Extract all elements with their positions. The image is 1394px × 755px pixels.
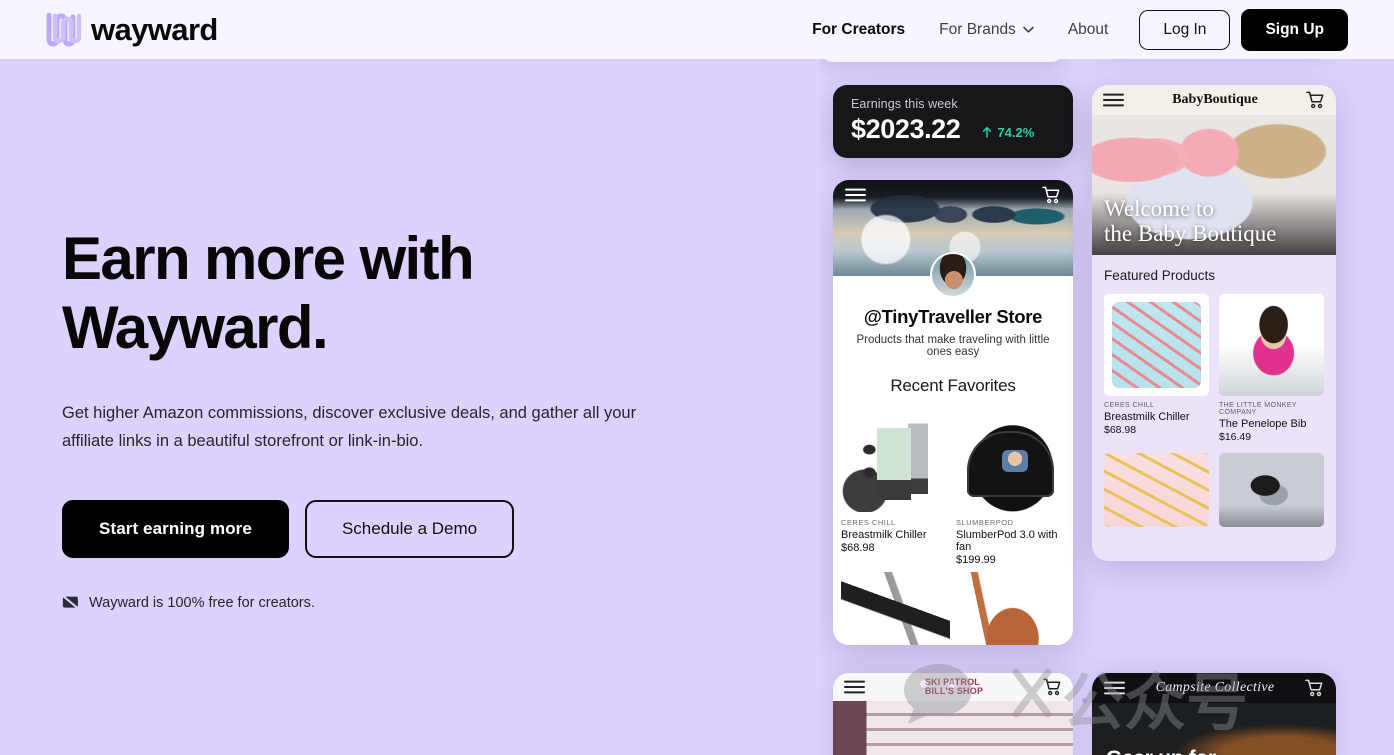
tiny-traveller-store-name: @TinyTraveller Store (863, 306, 1043, 327)
free-for-creators-text: Wayward is 100% free for creators. (89, 594, 315, 611)
hamburger-icon[interactable] (1103, 93, 1124, 107)
tiny-traveller-product-grid: CERES CHILL Breastmilk Chiller $68.98 SL… (833, 408, 1073, 645)
product-image[interactable] (1219, 453, 1324, 527)
baby-boutique-hero-line-1: Welcome to (1104, 195, 1214, 221)
carousel-dot (1082, 698, 1087, 703)
ski-patrol-storefront-card: SKI PATROL BILL'S SHOP (833, 673, 1073, 755)
product-price: $199.99 (956, 554, 996, 566)
hamburger-icon[interactable] (844, 680, 865, 694)
campsite-collective-store-name: Campsite Collective (1155, 680, 1275, 695)
tiny-traveller-section-title: Recent Favorites (890, 376, 1016, 395)
shopping-cart-icon[interactable] (1306, 91, 1325, 109)
earnings-value-row: $2023.22 74.2% (851, 114, 1055, 145)
ski-patrol-topbar: SKI PATROL BILL'S SHOP (833, 673, 1073, 701)
free-for-creators-note: Wayward is 100% free for creators. (62, 595, 762, 611)
product-title: SlumberPod 3.0 with fan (956, 529, 1058, 553)
earnings-label: Earnings this week (851, 97, 958, 111)
shopping-cart-icon[interactable] (1305, 679, 1324, 697)
baby-boutique-product-grid: CERES CHILL Breastmilk Chiller $68.98 TH… (1104, 294, 1324, 443)
chevron-down-icon (1023, 26, 1034, 33)
hero-heading-line-1: Earn more with (62, 225, 475, 292)
baby-boutique-hero-text: Welcome to the Baby Boutique (1104, 196, 1276, 248)
baby-boutique-product-grid-secondary (1104, 453, 1324, 527)
tiny-traveller-storefront-card: @TinyTraveller Store Products that make … (833, 180, 1073, 645)
product-image (841, 408, 950, 512)
earnings-card: Earnings this week $2023.22 74.2% (833, 85, 1073, 158)
list-item[interactable]: CERES CHILL Breastmilk Chiller $68.98 (1104, 294, 1209, 443)
tiny-traveller-topbar (833, 180, 1073, 210)
product-brand: CERES CHILL (1104, 402, 1155, 409)
main-navigation: For Creators For Brands About Log In Sig… (795, 8, 1348, 51)
baby-boutique-store-name: BabyBoutique (1172, 92, 1258, 107)
product-image-detail (1104, 453, 1209, 527)
shopping-cart-icon[interactable] (1043, 678, 1062, 696)
product-price: $16.49 (1219, 431, 1252, 443)
hero-heading-line-2: Wayward. (62, 293, 329, 361)
ski-patrol-store-name: SKI PATROL BILL'S SHOP (924, 677, 984, 697)
product-image (956, 408, 1065, 512)
brand-logo[interactable]: wayward (46, 12, 218, 47)
ski-patrol-cover-image (833, 701, 1073, 755)
product-image-detail (1219, 453, 1324, 527)
product-brand: SLUMBERPOD (956, 518, 1014, 527)
nav-item-about[interactable]: About (1051, 21, 1126, 39)
product-image[interactable] (956, 572, 1065, 645)
baby-boutique-topbar: BabyBoutique (1092, 85, 1336, 115)
hero-cta-row: Start earning more Schedule a Demo (62, 499, 762, 558)
arrow-up-icon (982, 126, 992, 138)
product-image-detail (1001, 449, 1028, 472)
page-title: Earn more with Wayward. (62, 225, 762, 362)
product-price: $68.98 (1104, 424, 1137, 436)
wayward-wave-logo-icon (46, 12, 82, 47)
earnings-amount: $2023.22 (851, 114, 961, 144)
storefront-collage: Earnings this week $2023.22 74.2% @TinyT… (820, 0, 1394, 755)
hamburger-icon[interactable] (845, 188, 866, 202)
product-image-detail (1112, 302, 1201, 388)
baby-boutique-cover-image: Welcome to the Baby Boutique (1092, 115, 1336, 255)
start-earning-more-button[interactable]: Start earning more (62, 499, 289, 558)
product-brand: THE LITTLE MONKEY COMPANY (1219, 402, 1297, 416)
sign-up-button[interactable]: Sign Up (1241, 8, 1348, 51)
baby-boutique-body: Featured Products CERES CHILL Breastmilk… (1092, 255, 1336, 527)
tiny-traveller-tagline: Products that make traveling with little… (856, 334, 1050, 358)
avatar (930, 252, 976, 298)
list-item[interactable]: THE LITTLE MONKEY COMPANY The Penelope B… (1219, 294, 1324, 443)
product-image[interactable] (1104, 453, 1209, 527)
nav-item-for-brands[interactable]: For Brands (922, 21, 1051, 39)
campsite-collective-hero-text: Gear up for (1106, 747, 1216, 755)
list-item[interactable]: SLUMBERPOD SlumberPod 3.0 with fan $199.… (956, 408, 1065, 566)
hamburger-icon[interactable] (1104, 681, 1125, 695)
schedule-a-demo-button[interactable]: Schedule a Demo (304, 499, 515, 558)
baby-boutique-storefront-card: BabyBoutique Welcome to the Baby Boutiqu… (1092, 85, 1336, 561)
earnings-delta: 74.2% (982, 125, 1034, 140)
product-price: $68.98 (841, 542, 875, 554)
product-brand: CERES CHILL (841, 518, 896, 527)
product-image (1104, 294, 1209, 396)
campsite-collective-storefront-card: Campsite Collective Gear up for (1092, 673, 1336, 755)
tiny-traveller-cover-image (833, 180, 1073, 298)
campsite-collective-cover-image: Gear up for (1092, 703, 1336, 755)
baby-boutique-hero-line-2: the Baby Boutique (1104, 221, 1277, 247)
product-image[interactable] (841, 572, 950, 645)
product-title: The Penelope Bib (1219, 418, 1307, 430)
hero-subtext: Get higher Amazon commissions, discover … (62, 404, 637, 451)
baby-boutique-section-title: Featured Products (1104, 268, 1216, 283)
product-image (1219, 294, 1324, 396)
ski-patrol-logo-line-2: BILL'S SHOP (924, 686, 984, 696)
no-cost-tag-icon (62, 595, 79, 610)
campsite-collective-topbar: Campsite Collective (1092, 673, 1336, 703)
list-item[interactable]: CERES CHILL Breastmilk Chiller $68.98 (841, 408, 950, 566)
shopping-cart-icon[interactable] (1042, 186, 1061, 204)
brand-name: wayward (91, 12, 218, 47)
nav-item-for-brands-label: For Brands (939, 20, 1016, 38)
nav-item-for-creators[interactable]: For Creators (795, 21, 922, 39)
product-title: Breastmilk Chiller (841, 529, 927, 541)
hero-section: Earn more with Wayward. Get higher Amazo… (62, 225, 762, 611)
site-header: wayward For Creators For Brands About Lo… (0, 0, 1394, 59)
earnings-delta-value: 74.2% (997, 124, 1035, 140)
product-title: Breastmilk Chiller (1104, 411, 1190, 423)
log-in-button[interactable]: Log In (1139, 9, 1231, 50)
